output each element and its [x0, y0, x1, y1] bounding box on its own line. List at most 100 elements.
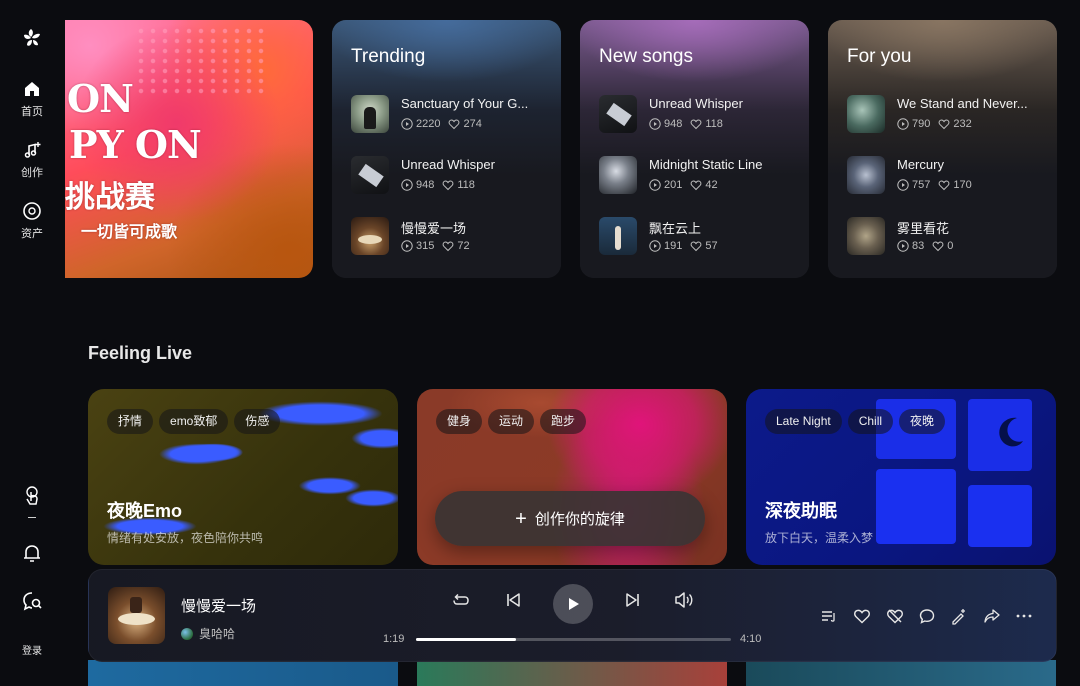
player-bar: 慢慢爱一场 臭哈哈 1:19 4:10	[88, 569, 1057, 662]
song-title: 飘在云上	[649, 221, 702, 236]
dislike-icon[interactable]	[886, 607, 904, 625]
heart-icon[interactable]	[853, 607, 871, 625]
heart-icon	[690, 241, 702, 252]
hero-line-2: PY ON	[69, 122, 202, 167]
play-count: 83	[912, 240, 925, 252]
song-stats: 201 42	[649, 179, 726, 191]
song-row[interactable]: Unread Whisper 948 118	[599, 95, 799, 135]
bell-icon[interactable]	[20, 541, 44, 565]
current-time: 1:19	[383, 633, 405, 645]
tag-list: 健身 运动 跑步	[436, 409, 587, 434]
tag[interactable]: 运动	[488, 409, 535, 434]
app-logo[interactable]	[20, 26, 44, 50]
mood-title: 深夜助眠	[765, 501, 837, 521]
tag[interactable]: 跑步	[540, 409, 587, 434]
song-stats: 315 72	[401, 240, 478, 252]
song-row[interactable]: Midnight Static Line 201 42	[599, 156, 799, 196]
play-count-icon	[649, 118, 661, 130]
song-stats: 2220 274	[401, 118, 490, 130]
mood-card-sleep[interactable]: Late Night Chill 夜晚 深夜助眠 放下白天，温柔入梦	[746, 389, 1056, 565]
mood-card-emo[interactable]: 抒情 emo致郁 伤感 夜晚Emo 情绪有处安放，夜色陪你共鸣	[88, 389, 398, 565]
song-cover	[847, 156, 885, 194]
mood-subtitle: 情绪有处安放，夜色陪你共鸣	[107, 531, 264, 545]
like-count: 72	[457, 240, 470, 252]
nav-home[interactable]: 首页	[0, 79, 64, 119]
like-count: 42	[705, 179, 718, 191]
play-count-icon	[401, 179, 413, 191]
now-playing-artist[interactable]: 臭哈哈	[181, 625, 235, 642]
next-icon[interactable]	[623, 590, 643, 610]
hero-line-1: ON	[67, 76, 134, 121]
create-melody-button[interactable]: + 创作你的旋律	[435, 491, 705, 546]
tag[interactable]: Chill	[847, 409, 894, 434]
card-title[interactable]: For you	[847, 46, 911, 68]
play-count-icon	[401, 240, 413, 252]
plus-icon: +	[515, 507, 527, 530]
song-cover	[351, 156, 389, 194]
play-count-icon	[401, 118, 413, 130]
next-row-card	[746, 660, 1056, 686]
sidebar: 首页 创作 资产 登录	[0, 0, 64, 686]
play-icon	[569, 598, 579, 610]
comment-icon[interactable]	[918, 607, 936, 625]
song-cover	[599, 95, 637, 133]
tag[interactable]: 伤感	[234, 409, 281, 434]
edit-music-icon[interactable]	[950, 607, 968, 625]
play-count-icon	[649, 179, 661, 191]
song-title: 慢慢爱一场	[401, 221, 467, 236]
tag[interactable]: 夜晚	[899, 409, 946, 434]
song-cover	[847, 95, 885, 133]
playlist-icon[interactable]	[820, 607, 838, 625]
hero-banner[interactable]: ON PY ON 挑战赛 一切皆可成歌	[65, 20, 313, 278]
nav-home-label: 首页	[21, 106, 43, 118]
artist-avatar	[181, 627, 193, 640]
tag[interactable]: Late Night	[765, 409, 842, 434]
song-cover	[599, 217, 637, 255]
song-row[interactable]: Unread Whisper 948 118	[351, 156, 551, 196]
volume-icon[interactable]	[673, 590, 695, 610]
now-playing-cover[interactable]	[108, 587, 165, 644]
song-row[interactable]: 慢慢爱一场 315 72	[351, 217, 551, 257]
song-row[interactable]: 飘在云上 191 57	[599, 217, 799, 257]
tag[interactable]: 抒情	[107, 409, 154, 434]
song-row[interactable]: 雾里看花 83 0	[847, 217, 1047, 257]
heart-icon	[690, 119, 702, 130]
now-playing-title[interactable]: 慢慢爱一场	[181, 595, 256, 616]
play-button[interactable]	[553, 584, 593, 624]
chat-search-icon[interactable]	[20, 589, 44, 613]
previous-icon[interactable]	[503, 590, 523, 610]
song-row[interactable]: Mercury 757 170	[847, 156, 1047, 196]
card-title[interactable]: Trending	[351, 46, 425, 68]
song-cover	[351, 217, 389, 255]
create-melody-label: 创作你的旋律	[534, 511, 625, 528]
heart-icon	[442, 180, 454, 191]
touch-icon[interactable]	[20, 484, 44, 508]
disc-icon	[23, 202, 41, 220]
login-button[interactable]: 登录	[0, 642, 64, 657]
song-stats: 83 0	[897, 240, 961, 252]
play-count-icon	[897, 240, 909, 252]
play-count-icon	[649, 240, 661, 252]
next-row-card	[88, 660, 398, 686]
new-songs-card: New songs Unread Whisper 948 118 Midnigh…	[580, 20, 809, 278]
hero-line-3: 挑战赛	[65, 180, 155, 215]
song-row[interactable]: Sanctuary of Your G... 2220 274	[351, 95, 551, 135]
song-row[interactable]: We Stand and Never... 790 232	[847, 95, 1047, 135]
progress-bar[interactable]	[416, 638, 731, 641]
play-count-icon	[897, 179, 909, 191]
nav-create[interactable]: 创作	[0, 140, 64, 180]
heart-icon	[932, 241, 944, 252]
nav-create-label: 创作	[21, 167, 43, 179]
repeat-icon[interactable]	[451, 590, 471, 610]
heart-icon	[690, 180, 702, 191]
tag[interactable]: emo致郁	[159, 409, 229, 434]
card-title[interactable]: New songs	[599, 46, 693, 68]
song-title: Mercury	[897, 157, 944, 172]
more-icon[interactable]	[1015, 607, 1033, 625]
nav-assets[interactable]: 资产	[0, 201, 64, 241]
song-cover	[599, 156, 637, 194]
tag-list: Late Night Chill 夜晚	[765, 409, 946, 434]
play-count: 757	[912, 179, 931, 191]
tag[interactable]: 健身	[436, 409, 483, 434]
share-icon[interactable]	[983, 607, 1001, 625]
